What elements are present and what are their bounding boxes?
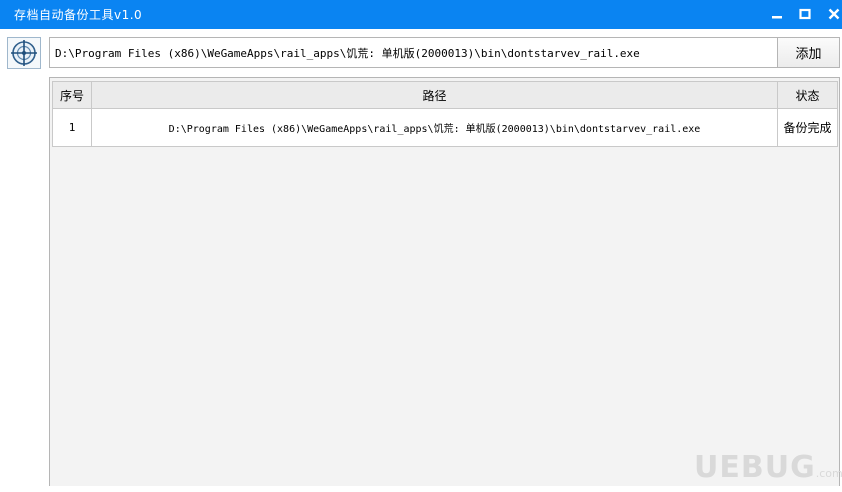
maximize-icon: [799, 8, 811, 20]
window-title: 存档自动备份工具v1.0: [14, 8, 143, 22]
backup-table: 序号 路径 状态 1 D:\Program Files (x86)\WeGame…: [52, 81, 838, 147]
crosshair-target-icon: [11, 40, 37, 66]
minimize-icon: [772, 16, 782, 19]
column-header-status[interactable]: 状态: [777, 81, 838, 109]
backup-list-grid[interactable]: 序号 路径 状态 1 D:\Program Files (x86)\WeGame…: [49, 77, 840, 486]
row-index-cell: 1: [52, 108, 92, 147]
column-header-path[interactable]: 路径: [91, 81, 778, 109]
watermark-text: UEBUG: [694, 450, 816, 485]
table-row[interactable]: 1 D:\Program Files (x86)\WeGameApps\rail…: [52, 108, 838, 147]
close-icon: [828, 8, 840, 20]
watermark-sub: .com: [815, 467, 842, 480]
path-input[interactable]: [49, 37, 778, 68]
row-status-cell: 备份完成: [777, 108, 838, 147]
close-button[interactable]: [823, 5, 842, 23]
watermark-logo: UEBUG.com: [694, 449, 842, 486]
maximize-button[interactable]: [794, 5, 816, 23]
column-header-index[interactable]: 序号: [52, 81, 92, 109]
minimize-button[interactable]: [766, 5, 788, 23]
row-path-cell: D:\Program Files (x86)\WeGameApps\rail_a…: [91, 108, 778, 147]
title-bar[interactable]: 存档自动备份工具v1.0: [0, 0, 842, 29]
app-icon: [7, 37, 41, 69]
add-button[interactable]: 添加: [777, 37, 840, 68]
table-header-row: 序号 路径 状态: [52, 81, 838, 109]
